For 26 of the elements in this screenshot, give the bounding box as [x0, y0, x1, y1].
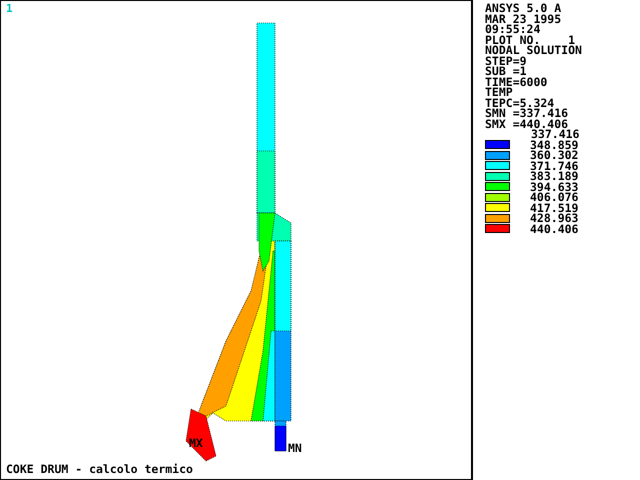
legend-value: 348.859	[530, 140, 578, 150]
min-marker-label: MN	[288, 443, 302, 454]
legend-value: 394.633	[530, 182, 578, 192]
legend-value: 440.406	[530, 224, 578, 234]
info-line: SMN =337.416	[485, 108, 570, 118]
legend-value: 417.519	[530, 202, 578, 213]
legend-value: 337.416	[531, 129, 580, 140]
max-marker-label: MX	[189, 438, 203, 448]
info-line: TEMP	[485, 87, 513, 98]
info-line: ANSYS 5.0 A	[485, 3, 562, 14]
window-number: 1	[6, 4, 13, 14]
legend-value: 406.076	[530, 192, 578, 202]
legend-value: 383.189	[530, 171, 578, 182]
info-line: MAR 23 1995	[485, 14, 562, 24]
info-line: STEP=9	[485, 56, 527, 66]
info-line: PLOT NO. 1	[485, 34, 576, 45]
info-line: 09:55:24	[485, 24, 540, 34]
legend-value: 428.963	[530, 213, 578, 224]
info-line: NODAL SOLUTION	[485, 45, 582, 56]
info-line: TIME=6000	[485, 76, 548, 87]
legend-value: 360.302	[530, 150, 578, 160]
plot-title: COKE DRUM - calcolo termico	[6, 464, 193, 474]
info-line: SMX =440.406	[485, 118, 568, 129]
info-line: SUB =1	[485, 66, 527, 76]
info-line: TEPC=5.324	[485, 98, 554, 108]
legend-value: 371.746	[530, 160, 578, 171]
